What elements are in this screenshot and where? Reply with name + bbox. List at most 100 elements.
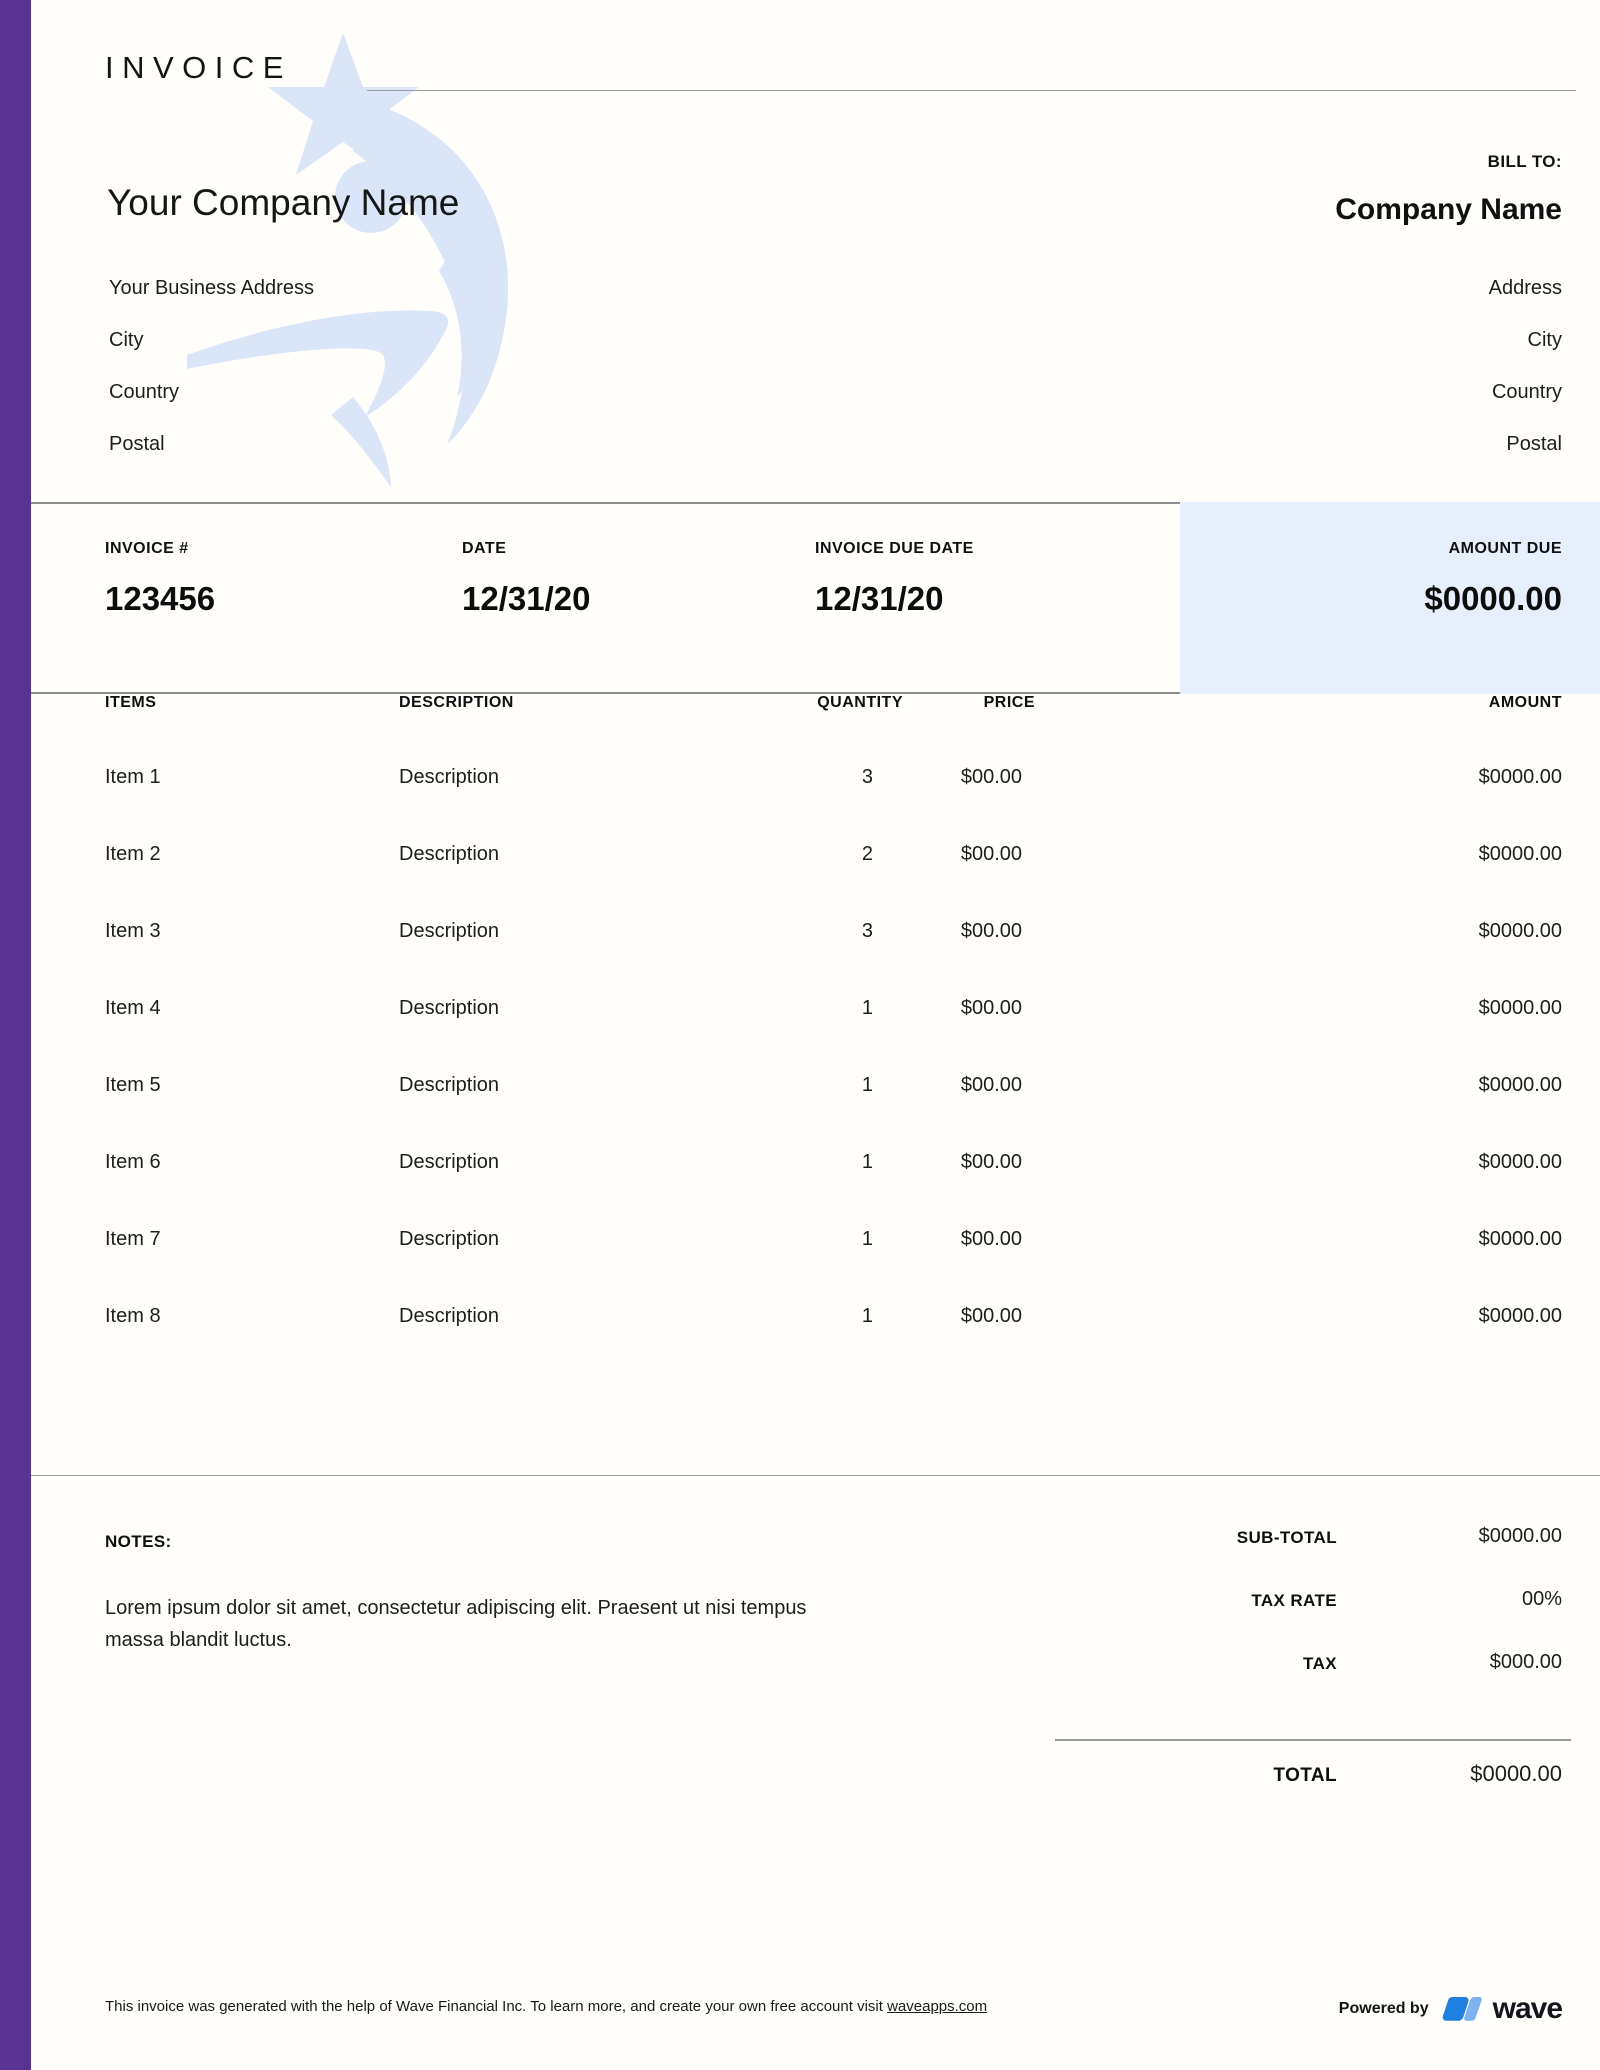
sender-address-line: Country — [109, 381, 180, 403]
table-row: Item 8 Description 1 $00.00 $0000.00 — [31, 1305, 1600, 1382]
tax-label: TAX — [1303, 1654, 1337, 1673]
table-row: Item 1 Description 3 $00.00 $0000.00 — [31, 766, 1600, 843]
sender-address-line: Your Business Address — [109, 277, 314, 299]
cell-item: Item 6 — [105, 1151, 161, 1173]
wave-logo-icon — [1442, 1997, 1482, 2021]
cell-description: Description — [399, 997, 500, 1019]
invoice-number-label: INVOICE # — [105, 540, 189, 557]
amount-due-value: $0000.00 — [1424, 580, 1562, 617]
title-divider — [367, 90, 1576, 91]
invoice-due-date-value: 12/31/20 — [815, 580, 944, 617]
powered-by-label: Powered by — [1338, 2000, 1429, 2017]
sender-company-name: Your Company Name — [107, 182, 460, 223]
cell-amount: $0000.00 — [1478, 843, 1562, 865]
tax-rate-label: TAX RATE — [1251, 1591, 1337, 1610]
items-table-divider — [31, 1475, 1600, 1476]
invoice-number-value: 123456 — [105, 580, 216, 617]
bill-to-address: Address City Country Postal — [1489, 262, 1562, 470]
column-header-price: PRICE — [983, 694, 1035, 711]
table-row: Item 2 Description 2 $00.00 $0000.00 — [31, 843, 1600, 920]
cell-price: $00.00 — [960, 1074, 1022, 1096]
cell-quantity: 1 — [861, 1074, 873, 1096]
cell-description: Description — [399, 766, 500, 788]
cell-price: $00.00 — [960, 1151, 1022, 1173]
invoice-page: INVOICE Your Company Name Your Business … — [0, 0, 1600, 2070]
tax-value: $000.00 — [1489, 1651, 1562, 1673]
totals-block: SUB-TOTAL $0000.00 TAX RATE 00% TAX $000… — [1042, 1525, 1562, 1717]
cell-amount: $0000.00 — [1478, 920, 1562, 942]
tax-rate-row: TAX RATE 00% — [1042, 1588, 1562, 1654]
amount-due-field: AMOUNT DUE $0000.00 — [1424, 540, 1562, 618]
total-value: $0000.00 — [1470, 1761, 1562, 1786]
invoice-number-field: INVOICE # 123456 — [105, 540, 215, 618]
cell-item: Item 3 — [105, 920, 161, 942]
column-header-quantity: QUANTITY — [817, 694, 903, 711]
cell-description: Description — [399, 1305, 500, 1327]
left-accent-bar — [0, 0, 31, 2070]
cell-quantity: 1 — [861, 997, 873, 1019]
table-row: Item 6 Description 1 $00.00 $0000.00 — [31, 1151, 1600, 1228]
meta-divider-top — [31, 502, 1180, 504]
page-title: INVOICE — [105, 50, 292, 85]
bill-to-company-name: Company Name — [1335, 193, 1562, 226]
bill-to-address-line: City — [1527, 329, 1562, 351]
total-label: TOTAL — [1273, 1765, 1337, 1786]
notes-label: NOTES: — [105, 1532, 172, 1551]
cell-description: Description — [399, 920, 500, 942]
cell-amount: $0000.00 — [1478, 1151, 1562, 1173]
cell-quantity: 1 — [861, 1151, 873, 1173]
cell-item: Item 8 — [105, 1305, 161, 1327]
table-row: Item 5 Description 1 $00.00 $0000.00 — [31, 1074, 1600, 1151]
cell-item: Item 5 — [105, 1074, 161, 1096]
bill-to-address-line: Address — [1488, 277, 1562, 299]
cell-amount: $0000.00 — [1478, 1074, 1562, 1096]
powered-by-wave: Powered by wave — [1338, 1992, 1563, 2026]
sender-address-line: City — [109, 329, 144, 351]
cell-description: Description — [399, 1228, 500, 1250]
line-items-table: ITEMS DESCRIPTION QUANTITY PRICE AMOUNT … — [31, 694, 1600, 1382]
cell-amount: $0000.00 — [1478, 997, 1562, 1019]
amount-due-label: AMOUNT DUE — [1448, 540, 1562, 557]
cell-amount: $0000.00 — [1478, 766, 1562, 788]
total-row: TOTAL $0000.00 — [1042, 1761, 1562, 1805]
bill-to-address-line: Postal — [1506, 433, 1562, 455]
cell-quantity: 2 — [861, 843, 873, 865]
cell-quantity: 3 — [861, 766, 873, 788]
cell-price: $00.00 — [960, 766, 1022, 788]
table-row: Item 7 Description 1 $00.00 $0000.00 — [31, 1228, 1600, 1305]
cell-quantity: 1 — [861, 1228, 873, 1250]
invoice-date-value: 12/31/20 — [462, 580, 591, 617]
totals-divider — [1055, 1739, 1571, 1741]
invoice-date-field: DATE 12/31/20 — [462, 540, 590, 618]
cell-price: $00.00 — [960, 997, 1022, 1019]
cell-item: Item 4 — [105, 997, 161, 1019]
column-header-amount: AMOUNT — [1488, 694, 1562, 711]
cell-description: Description — [399, 1074, 500, 1096]
invoice-date-label: DATE — [462, 540, 507, 557]
sender-address: Your Business Address City Country Posta… — [109, 262, 314, 470]
cell-item: Item 2 — [105, 843, 161, 865]
table-row: Item 3 Description 3 $00.00 $0000.00 — [31, 920, 1600, 997]
invoice-meta-strip: INVOICE # 123456 DATE 12/31/20 INVOICE D… — [31, 502, 1600, 694]
cell-item: Item 1 — [105, 766, 161, 788]
wave-wordmark: wave — [1492, 1992, 1563, 2025]
cell-quantity: 1 — [861, 1305, 873, 1327]
subtotal-label: SUB-TOTAL — [1236, 1528, 1337, 1547]
cell-item: Item 7 — [105, 1228, 161, 1250]
cell-price: $00.00 — [960, 1228, 1022, 1250]
tax-row: TAX $000.00 — [1042, 1651, 1562, 1717]
cell-price: $00.00 — [960, 920, 1022, 942]
waveapps-link[interactable]: waveapps.com — [887, 1998, 987, 2015]
cell-amount: $0000.00 — [1478, 1228, 1562, 1250]
notes-body: Lorem ipsum dolor sit amet, consectetur … — [105, 1597, 807, 1651]
cell-quantity: 3 — [861, 920, 873, 942]
table-row: Item 4 Description 1 $00.00 $0000.00 — [31, 997, 1600, 1074]
tax-rate-value: 00% — [1521, 1588, 1562, 1610]
cell-price: $00.00 — [960, 1305, 1022, 1327]
cell-price: $00.00 — [960, 843, 1022, 865]
cell-description: Description — [399, 1151, 500, 1173]
cell-amount: $0000.00 — [1478, 1305, 1562, 1327]
invoice-due-date-label: INVOICE DUE DATE — [815, 540, 974, 557]
cell-description: Description — [399, 843, 500, 865]
subtotal-row: SUB-TOTAL $0000.00 — [1042, 1525, 1562, 1591]
